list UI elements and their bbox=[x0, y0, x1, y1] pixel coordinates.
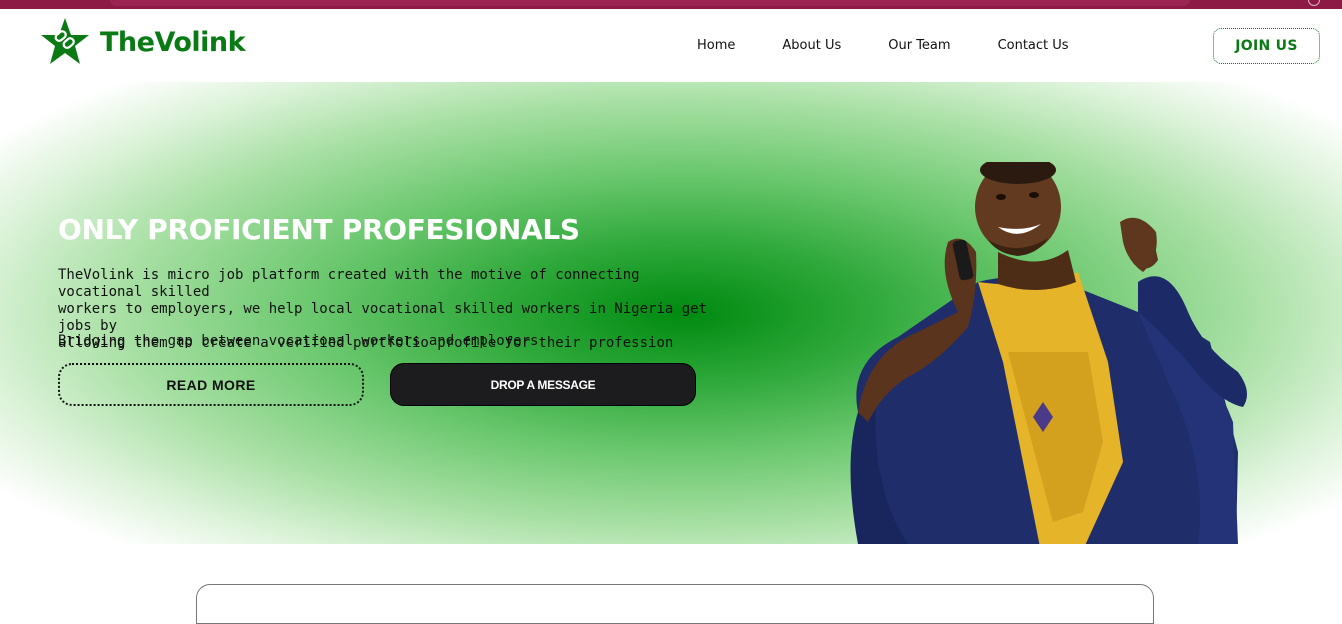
hero-description-line: workers to employers, we help local voca… bbox=[58, 301, 708, 334]
top-accent-bar bbox=[0, 0, 1342, 9]
content-card-edge bbox=[196, 584, 1154, 624]
corner-dot-icon bbox=[1308, 0, 1320, 6]
hero-tagline: Bridging the gap between vocational work… bbox=[58, 333, 539, 349]
nav-contact-us[interactable]: Contact Us bbox=[981, 38, 1086, 53]
brand-name: TheVolink bbox=[100, 26, 246, 58]
hero-description-line: TheVolink is micro job platform created … bbox=[58, 267, 640, 300]
brand-logo[interactable]: TheVolink bbox=[40, 16, 246, 68]
nav-about-us[interactable]: About Us bbox=[765, 38, 858, 53]
hero-person-image bbox=[850, 162, 1247, 544]
drop-message-button[interactable]: DROP A MESSAGE bbox=[390, 363, 696, 406]
nav-our-team[interactable]: Our Team bbox=[871, 38, 967, 53]
star-link-icon bbox=[41, 18, 89, 64]
site-header: TheVolink Home About Us Our Team Contact… bbox=[0, 9, 1342, 82]
read-more-button[interactable]: READ MORE bbox=[58, 363, 364, 406]
nav-home[interactable]: Home bbox=[680, 38, 752, 53]
hero-title: ONLY PROFICIENT PROFESIONALS bbox=[58, 213, 580, 246]
top-accent-bar-inner bbox=[110, 0, 1190, 6]
main-nav: Home About Us Our Team Contact Us bbox=[680, 9, 1086, 82]
hero-section: ONLY PROFICIENT PROFESIONALS TheVolink i… bbox=[0, 82, 1342, 544]
join-us-button[interactable]: JOIN US bbox=[1213, 28, 1320, 64]
